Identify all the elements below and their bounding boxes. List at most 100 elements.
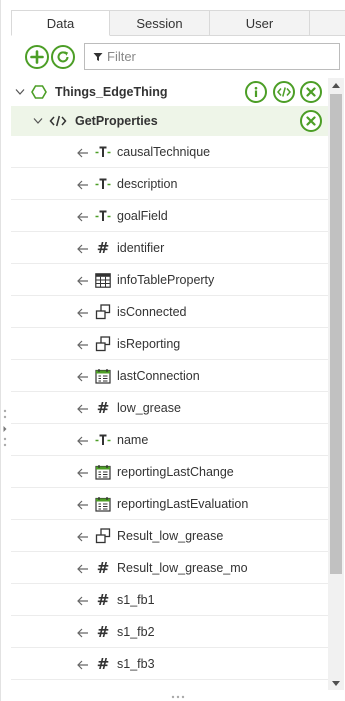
property-row[interactable]: reportingLastEvaluation [11, 488, 328, 520]
number-type-icon: # [96, 655, 110, 673]
calendar-type-icon [95, 369, 111, 384]
thing-node[interactable]: Things_EdgeThing [11, 78, 328, 106]
bind-arrow-icon[interactable] [77, 500, 89, 510]
close-icon [306, 116, 316, 126]
bind-arrow-icon[interactable] [77, 468, 89, 478]
property-row[interactable]: isReporting [11, 328, 328, 360]
scroll-down-arrow[interactable] [328, 676, 344, 690]
chevron-down-icon[interactable] [33, 117, 43, 125]
thing-name: Things_EdgeThing [55, 85, 168, 99]
bind-arrow-icon[interactable] [77, 596, 89, 606]
plus-circle-icon [30, 50, 44, 64]
scrollbar-thumb[interactable] [330, 94, 342, 574]
data-toolbar [25, 43, 77, 71]
calendar-type-icon [95, 497, 111, 512]
string-type-icon [95, 210, 111, 221]
property-name: low_grease [117, 400, 181, 415]
bind-arrow-icon[interactable] [77, 148, 89, 158]
close-icon [306, 87, 316, 97]
property-name: Result_low_grease [117, 528, 224, 543]
property-name: causalTechnique [117, 144, 211, 159]
service-node[interactable]: GetProperties [11, 106, 328, 136]
bind-arrow-icon[interactable] [77, 276, 89, 286]
resize-handle-icon[interactable] [3, 408, 7, 448]
code-icon [277, 87, 291, 97]
panel-tabs: Data Session User [11, 10, 345, 36]
refresh-button[interactable] [51, 45, 75, 69]
tab-strip-filler [310, 10, 345, 36]
service-remove-button[interactable] [300, 110, 322, 132]
property-name: reportingLastEvaluation [117, 496, 249, 511]
property-row[interactable]: causalTechnique [11, 136, 328, 168]
tree-scrollbar[interactable] [328, 78, 344, 690]
property-row[interactable]: # Result_low_grease_mo [11, 552, 328, 584]
property-name: isReporting [117, 336, 181, 351]
bottom-grip-icon[interactable] [171, 695, 185, 699]
chevron-down-icon[interactable] [15, 88, 25, 96]
property-row[interactable]: # identifier [11, 232, 328, 264]
bind-arrow-icon[interactable] [77, 628, 89, 638]
property-name: s1_fb1 [117, 592, 155, 607]
property-name: isConnected [117, 304, 187, 319]
tab-data[interactable]: Data [11, 10, 110, 36]
number-type-icon: # [96, 399, 110, 417]
bind-arrow-icon[interactable] [77, 180, 89, 190]
bind-arrow-icon[interactable] [77, 308, 89, 318]
bind-arrow-icon[interactable] [77, 404, 89, 414]
property-row[interactable]: Result_low_grease [11, 520, 328, 552]
thing-hexagon-icon [31, 85, 47, 99]
property-list: causalTechnique description goalField # iden… [11, 136, 328, 680]
bind-arrow-icon[interactable] [77, 660, 89, 670]
property-row[interactable]: infoTableProperty [11, 264, 328, 296]
bind-arrow-icon[interactable] [77, 436, 89, 446]
string-type-icon [95, 146, 111, 157]
property-row[interactable]: # s1_fb1 [11, 584, 328, 616]
property-row[interactable]: # s1_fb2 [11, 616, 328, 648]
string-type-icon [95, 178, 111, 189]
calendar-type-icon [95, 465, 111, 480]
thing-info-button[interactable] [245, 81, 267, 103]
property-name: name [117, 432, 149, 447]
property-row[interactable]: name [11, 424, 328, 456]
property-name: Result_low_grease_mo [117, 560, 248, 575]
info-icon [254, 86, 258, 97]
property-row[interactable]: description [11, 168, 328, 200]
scroll-up-arrow[interactable] [328, 78, 344, 92]
boolean-type-icon [95, 336, 111, 352]
filter-input[interactable] [103, 44, 339, 69]
tab-session[interactable]: Session [110, 10, 210, 36]
property-name: goalField [117, 208, 168, 223]
property-row[interactable]: lastConnection [11, 360, 328, 392]
boolean-type-icon [95, 528, 111, 544]
funnel-icon [93, 52, 103, 61]
bind-arrow-icon[interactable] [77, 372, 89, 382]
refresh-circle-icon [57, 51, 69, 63]
property-name: lastConnection [117, 368, 200, 383]
number-type-icon: # [96, 239, 110, 257]
bind-arrow-icon[interactable] [77, 212, 89, 222]
property-name: infoTableProperty [117, 272, 215, 287]
property-row[interactable]: # low_grease [11, 392, 328, 424]
property-row[interactable]: isConnected [11, 296, 328, 328]
bind-arrow-icon[interactable] [77, 564, 89, 574]
tab-user[interactable]: User [210, 10, 310, 36]
thing-code-button[interactable] [273, 81, 295, 103]
number-type-icon: # [96, 559, 110, 577]
property-name: s1_fb3 [117, 656, 155, 671]
mashup-data-panel: Data Session User Filter Things_EdgeThin… [0, 0, 345, 701]
add-data-button[interactable] [25, 45, 49, 69]
boolean-type-icon [95, 304, 111, 320]
filter-box [84, 43, 340, 70]
service-name: GetProperties [75, 114, 158, 128]
property-name: identifier [117, 240, 165, 255]
bind-arrow-icon[interactable] [77, 244, 89, 254]
property-name: s1_fb2 [117, 624, 155, 639]
property-row[interactable]: reportingLastChange [11, 456, 328, 488]
property-row[interactable]: goalField [11, 200, 328, 232]
bind-arrow-icon[interactable] [77, 532, 89, 542]
property-row[interactable]: # s1_fb3 [11, 648, 328, 680]
bind-arrow-icon[interactable] [77, 340, 89, 350]
property-name: reportingLastChange [117, 464, 234, 479]
service-code-icon [49, 115, 67, 127]
thing-remove-button[interactable] [300, 81, 322, 103]
